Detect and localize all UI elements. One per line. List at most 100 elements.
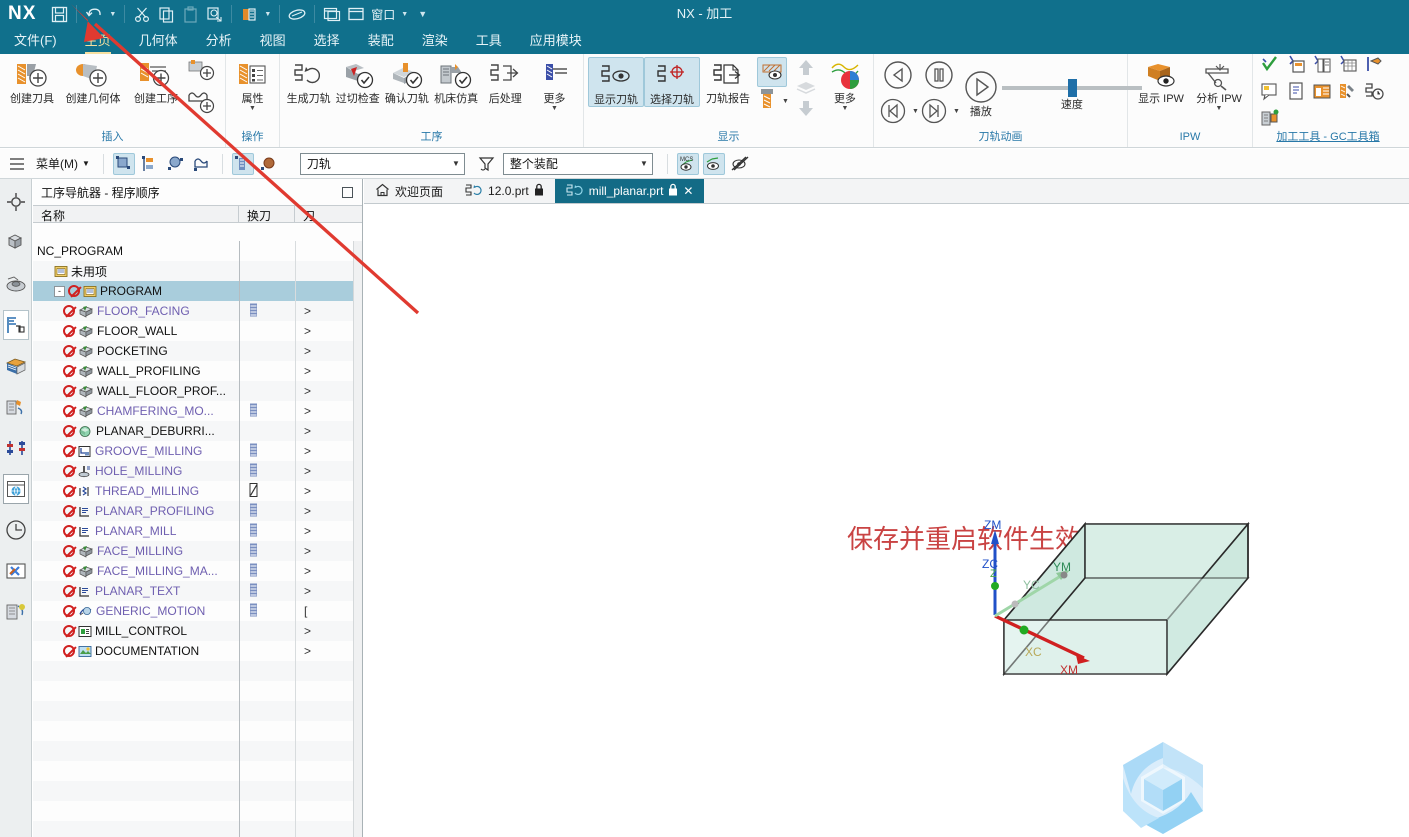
qat-overflow-caret[interactable]: ▼ <box>412 9 429 19</box>
tool-sheet-icon[interactable] <box>1338 54 1358 77</box>
tree-row-name-cell[interactable]: FACE_MILLING <box>33 544 239 558</box>
tree-row[interactable]: POCKETING > <box>33 341 353 361</box>
step-forward-icon[interactable] <box>919 96 949 129</box>
select-toolpath-button[interactable]: 选择刀轨 <box>644 57 700 107</box>
process-more-caret[interactable]: ▼ <box>551 105 558 113</box>
copy-icon[interactable] <box>155 3 177 25</box>
tree-row[interactable]: FACE_MILLING > <box>33 541 353 561</box>
verify-toolpath-button[interactable]: 确认刀轨 <box>382 57 431 105</box>
window-dropdown-caret[interactable]: ▼ <box>399 11 410 18</box>
process-studio-icon[interactable] <box>3 392 29 422</box>
tool-comment-icon[interactable] <box>1260 81 1280 104</box>
window-menu-label[interactable]: 窗口 <box>369 6 397 23</box>
move-down-icon[interactable] <box>794 99 818 121</box>
create-geometry-button[interactable]: 创建几何体 <box>60 57 126 105</box>
tab-assembly[interactable]: 装配 <box>354 30 408 54</box>
column-header-toolchange[interactable]: 换刀 <box>239 206 295 222</box>
operation-tree[interactable]: NC_PROGRAM 未用项 - PROGRAM FLOOR_FACING > FLOOR_… <box>33 241 353 837</box>
layer-dropdown-caret[interactable]: ▼ <box>262 11 273 18</box>
tree-row-name-cell[interactable]: FLOOR_FACING <box>33 304 239 318</box>
step-forward-caret[interactable]: ▼ <box>953 108 960 116</box>
tree-row[interactable]: FLOOR_WALL > <box>33 321 353 341</box>
machine-tool-navigator-icon[interactable] <box>3 351 29 381</box>
tab-view[interactable]: 视图 <box>246 30 300 54</box>
tree-row-name-cell[interactable]: 未用项 <box>33 263 239 280</box>
operation-navigator-icon[interactable] <box>2 310 29 340</box>
tree-row[interactable]: - PROGRAM <box>33 281 353 301</box>
tree-row-name-cell[interactable]: HOLE_MILLING <box>33 464 239 478</box>
tree-row[interactable]: PLANAR_PROFILING > <box>33 501 353 521</box>
postprocess-button[interactable]: 后处理 <box>481 57 530 105</box>
cut-icon[interactable] <box>131 3 153 25</box>
program-filter-icon[interactable] <box>139 153 161 175</box>
create-program-button[interactable] <box>186 89 220 120</box>
tool-filter-icon[interactable] <box>165 153 187 175</box>
tool-timer-icon[interactable] <box>1364 81 1384 104</box>
hamburger-icon[interactable] <box>6 153 28 175</box>
column-header-path[interactable]: 刀 <box>295 206 353 222</box>
rewind-start-icon[interactable] <box>878 96 908 129</box>
show-ipw-button[interactable]: 显示 IPW <box>1132 57 1190 105</box>
tab-file[interactable]: 文件(F) <box>0 30 71 54</box>
navigator-scrollbar[interactable] <box>353 241 362 837</box>
tree-row-name-cell[interactable]: THREAD_MILLING <box>33 484 239 498</box>
speed-slider[interactable] <box>1001 79 1142 97</box>
tree-row[interactable]: GROOVE_MILLING > <box>33 441 353 461</box>
web-browser-icon[interactable] <box>2 474 29 504</box>
assembly-scope-caret-icon[interactable]: ▼ <box>640 159 648 168</box>
eraser-icon[interactable] <box>286 3 308 25</box>
no-display-icon[interactable] <box>729 153 751 175</box>
tab-home[interactable]: 主页 <box>71 30 125 54</box>
tab-select[interactable]: 选择 <box>300 30 354 54</box>
close-icon[interactable]: ✕ <box>683 184 693 198</box>
tab-analysis[interactable]: 分析 <box>192 30 246 54</box>
tool-pick-icon[interactable] <box>1364 54 1384 77</box>
tab-render[interactable]: 渲染 <box>408 30 462 54</box>
tree-row[interactable]: 未用项 <box>33 261 353 281</box>
doc-tab-12-prt[interactable]: 12.0.prt <box>454 179 555 203</box>
analyze-ipw-button[interactable]: 分析 IPW ▼ <box>1190 57 1248 113</box>
tree-row[interactable]: CHAMFERING_MO... > <box>33 401 353 421</box>
tree-row[interactable]: MILL_CONTROL > <box>33 621 353 641</box>
generate-toolpath-button[interactable]: 生成刀轨 <box>284 57 333 105</box>
tool-wrench-icon[interactable] <box>1338 81 1358 104</box>
tree-row-name-cell[interactable]: FACE_MILLING_MA... <box>33 564 239 578</box>
tool-document-icon[interactable] <box>1286 81 1306 104</box>
menu-caret-icon[interactable]: ▼ <box>82 159 90 168</box>
move-up-icon[interactable] <box>794 58 818 80</box>
display-more-caret[interactable]: ▼ <box>841 105 848 113</box>
tree-row[interactable]: FLOOR_FACING > <box>33 301 353 321</box>
tree-row[interactable]: FACE_MILLING_MA... > <box>33 561 353 581</box>
tool-display-icon[interactable] <box>756 87 778 116</box>
tree-row[interactable]: DOCUMENTATION > <box>33 641 353 661</box>
tree-expander-icon[interactable]: - <box>54 285 65 297</box>
graphics-viewport[interactable]: 保存并重启软件生效 ZM ZC Z YM YC XC XM <box>364 204 1409 837</box>
process-icon[interactable] <box>3 597 29 627</box>
tree-row-name-cell[interactable]: NC_PROGRAM <box>33 244 239 258</box>
history-icon[interactable] <box>3 515 29 545</box>
tree-row[interactable]: THREAD_MILLING > <box>33 481 353 501</box>
toolpath-report-button[interactable]: 刀轨报告 <box>700 57 756 105</box>
gouge-check-button[interactable]: 过切检查 <box>333 57 382 105</box>
tree-row-name-cell[interactable]: PLANAR_PROFILING <box>33 504 239 518</box>
tool-display-caret[interactable]: ▼ <box>782 98 789 106</box>
display-more-button[interactable]: 更多 ▼ <box>823 57 867 113</box>
tree-row[interactable]: WALL_FLOOR_PROF... > <box>33 381 353 401</box>
reuse-library-icon[interactable] <box>3 269 29 299</box>
tree-row-name-cell[interactable]: - PROGRAM <box>33 284 239 298</box>
tree-row[interactable]: PLANAR_DEBURRI... > <box>33 421 353 441</box>
tree-row-name-cell[interactable]: WALL_PROFILING <box>33 364 239 378</box>
save-icon[interactable] <box>48 3 70 25</box>
window-icon[interactable] <box>345 3 367 25</box>
tree-row-name-cell[interactable]: PLANAR_DEBURRI... <box>33 424 239 438</box>
tool-machine-icon[interactable] <box>1260 108 1280 131</box>
geometry-filter-icon[interactable] <box>112 152 135 175</box>
tree-row-name-cell[interactable]: CHAMFERING_MO... <box>33 404 239 418</box>
tool-import-icon[interactable] <box>1286 54 1306 77</box>
tree-row[interactable]: GENERIC_MOTION [ <box>33 601 353 621</box>
show-toolpath-button[interactable]: 显示刀轨 <box>588 57 644 107</box>
step-back-icon[interactable] <box>881 58 915 95</box>
layers-icon[interactable] <box>794 80 818 99</box>
toolpath-toggle-icon[interactable] <box>231 152 254 175</box>
assembly-scope-combo[interactable]: 整个装配 ▼ <box>502 152 653 175</box>
